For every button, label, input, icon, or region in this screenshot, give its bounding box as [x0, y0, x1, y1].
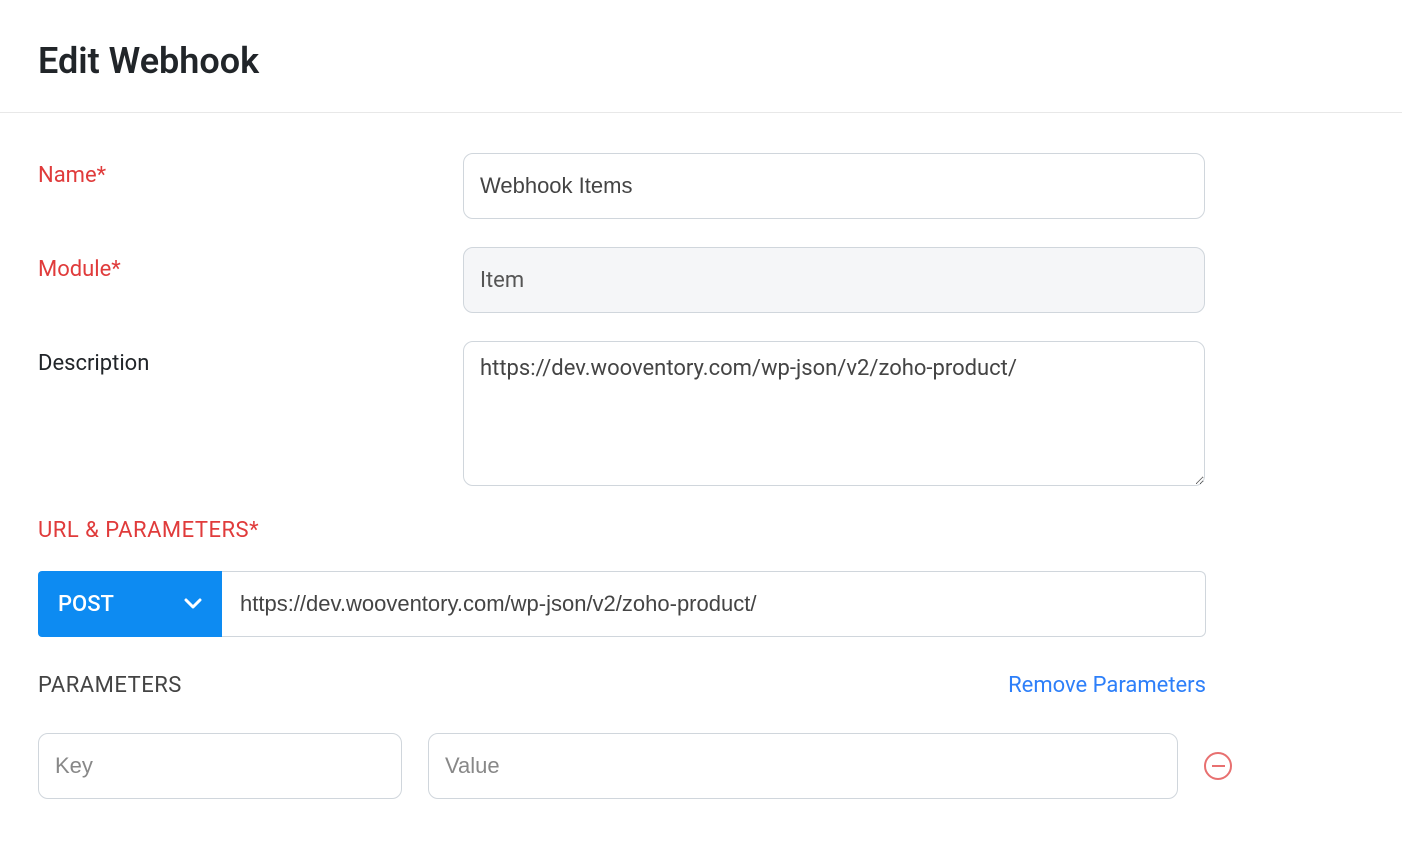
- http-method-value: POST: [58, 592, 114, 617]
- module-display: Item: [463, 247, 1205, 313]
- remove-parameter-button[interactable]: [1204, 752, 1232, 780]
- url-row: POST: [38, 571, 1206, 637]
- module-label: Module*: [38, 247, 463, 282]
- description-label: Description: [38, 341, 463, 376]
- webhook-form: Name* Module* Item Description URL & PAR…: [0, 113, 1402, 819]
- name-label: Name*: [38, 153, 463, 188]
- name-row: Name*: [38, 153, 1364, 219]
- parameter-key-input[interactable]: [38, 733, 402, 799]
- url-parameters-heading: URL & PARAMETERS*: [38, 518, 1364, 543]
- remove-parameters-link[interactable]: Remove Parameters: [1008, 673, 1206, 698]
- minus-icon: [1212, 765, 1225, 767]
- parameter-row: [38, 733, 1268, 799]
- url-input[interactable]: [222, 571, 1206, 637]
- chevron-down-icon: [184, 595, 202, 613]
- description-field-wrapper: [463, 341, 1205, 490]
- name-field-wrapper: [463, 153, 1205, 219]
- page-title: Edit Webhook: [0, 0, 1402, 112]
- parameter-value-input[interactable]: [428, 733, 1178, 799]
- description-textarea[interactable]: [463, 341, 1205, 486]
- parameters-heading: PARAMETERS: [38, 673, 182, 698]
- module-row: Module* Item: [38, 247, 1364, 313]
- http-method-select[interactable]: POST: [38, 571, 222, 637]
- module-field-wrapper: Item: [463, 247, 1205, 313]
- parameters-header: PARAMETERS Remove Parameters: [38, 673, 1206, 698]
- description-row: Description: [38, 341, 1364, 490]
- name-input[interactable]: [463, 153, 1205, 219]
